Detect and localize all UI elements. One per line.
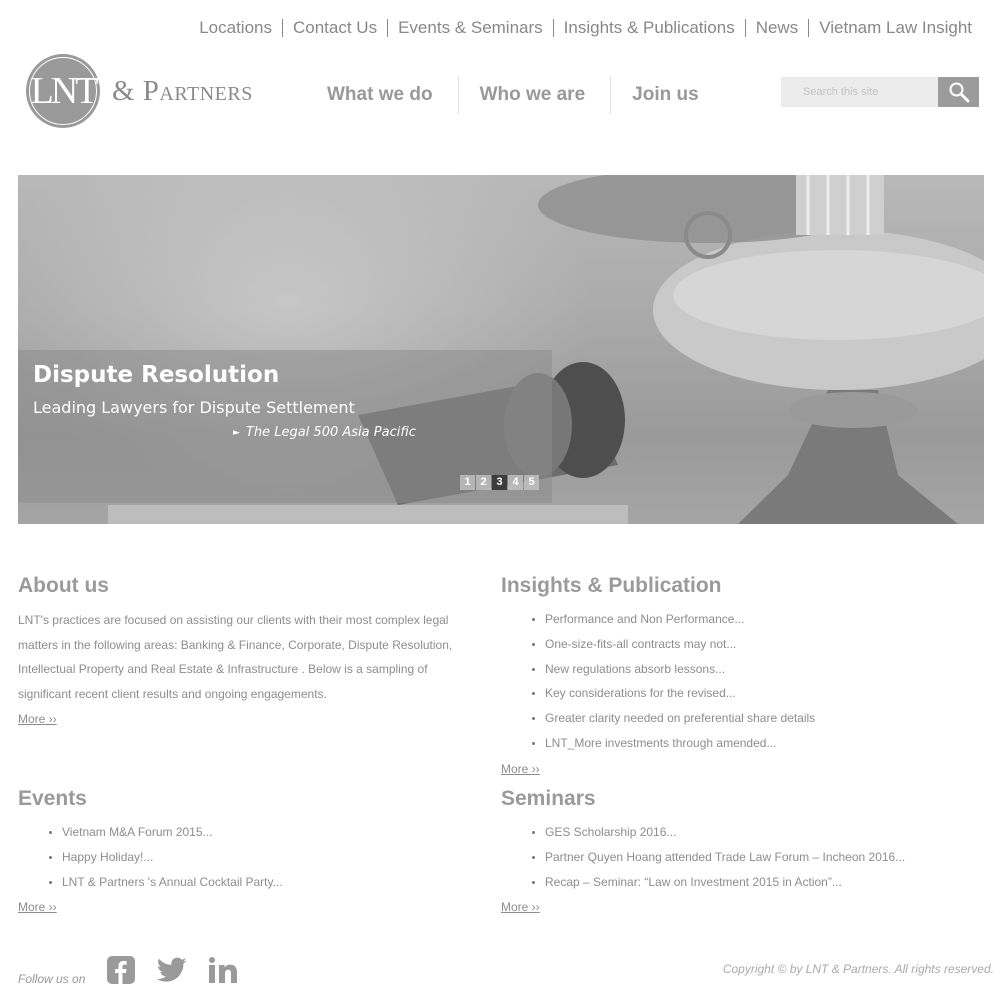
divider: [552, 19, 554, 37]
insights-more-link[interactable]: More ››: [501, 762, 540, 776]
search-input[interactable]: [781, 77, 938, 107]
toplink-events-seminars[interactable]: Events & Seminars: [398, 18, 543, 38]
insight-link[interactable]: Key considerations for the revised...: [545, 686, 736, 700]
hero-source-link[interactable]: ► The Legal 500 Asia Pacific: [233, 425, 416, 440]
seminars-list: GES Scholarship 2016... Partner Quyen Ho…: [501, 820, 981, 894]
logo-mark: LNT: [26, 54, 100, 128]
events-list: Vietnam M&A Forum 2015... Happy Holiday!…: [18, 820, 478, 894]
list-item[interactable]: LNT_More investments through amended...: [545, 731, 981, 756]
seminars-heading: Seminars: [501, 787, 596, 810]
list-item[interactable]: Performance and Non Performance...: [545, 607, 981, 632]
events-section: Events Vietnam M&A Forum 2015... Happy H…: [18, 787, 478, 916]
insight-link[interactable]: LNT_More investments through amended...: [545, 736, 776, 750]
hero-slider: Dispute Resolution Leading Lawyers for D…: [18, 175, 984, 524]
insights-section: Insights & Publication Performance and N…: [501, 574, 981, 778]
hero-subtitle: Leading Lawyers for Dispute Settlement: [33, 398, 355, 417]
seminars-more-link[interactable]: More ››: [501, 900, 540, 914]
event-link[interactable]: Happy Holiday!...: [62, 850, 153, 864]
insight-link[interactable]: Greater clarity needed on preferential s…: [545, 711, 815, 725]
list-item[interactable]: Recap – Seminar: “Law on Investment 2015…: [545, 870, 981, 895]
triangle-right-icon: ►: [233, 428, 240, 438]
search-icon: [949, 82, 969, 103]
toplink-news[interactable]: News: [756, 18, 799, 38]
seminar-link[interactable]: Partner Quyen Hoang attended Trade Law F…: [545, 850, 905, 864]
list-item[interactable]: Partner Quyen Hoang attended Trade Law F…: [545, 845, 981, 870]
event-link[interactable]: Vietnam M&A Forum 2015...: [62, 825, 213, 839]
follow-label: Follow us on: [18, 971, 86, 986]
seminars-section: Seminars GES Scholarship 2016... Partner…: [501, 787, 981, 916]
linkedin-icon: [209, 957, 238, 983]
slide-dot-3[interactable]: 3: [492, 475, 507, 490]
insight-link[interactable]: New regulations absorb lessons...: [545, 662, 725, 676]
about-more-link[interactable]: More ››: [18, 712, 57, 726]
about-body: LNT's practices are focused on assisting…: [18, 613, 453, 701]
list-item[interactable]: One-size-fits-all contracts may not...: [545, 632, 981, 657]
search-box: [781, 77, 979, 107]
insight-link[interactable]: One-size-fits-all contracts may not...: [545, 637, 736, 651]
top-links: Locations Contact Us Events & Seminars I…: [199, 18, 972, 38]
slide-dot-2[interactable]: 2: [476, 475, 491, 490]
insights-heading: Insights & Publication: [501, 574, 722, 597]
toplink-contact-us[interactable]: Contact Us: [293, 18, 377, 38]
toplink-insights-publications[interactable]: Insights & Publications: [564, 18, 735, 38]
divider: [387, 19, 389, 37]
events-more-link[interactable]: More ››: [18, 900, 57, 914]
slide-pagination: 1 2 3 4 5: [460, 475, 539, 490]
nav-what-we-do[interactable]: What we do: [306, 76, 458, 114]
slide-dot-5[interactable]: 5: [524, 475, 539, 490]
list-item[interactable]: New regulations absorb lessons...: [545, 657, 981, 682]
about-heading: About us: [18, 574, 109, 597]
logo-mark-text: LNT: [30, 70, 99, 112]
insights-list: Performance and Non Performance... One-s…: [501, 607, 981, 756]
search-button[interactable]: [938, 77, 979, 107]
main-nav: What we do Who we are Join us: [306, 76, 724, 114]
linkedin-link[interactable]: [209, 957, 238, 988]
twitter-icon: [157, 957, 187, 982]
facebook-icon: [107, 956, 136, 984]
slide-dot-4[interactable]: 4: [508, 475, 523, 490]
nav-who-we-are[interactable]: Who we are: [459, 76, 611, 114]
list-item[interactable]: LNT & Partners 's Annual Cocktail Party.…: [62, 870, 478, 895]
copyright-text: Copyright © by LNT & Partners. All right…: [722, 962, 994, 976]
divider: [744, 19, 746, 37]
divider: [808, 19, 810, 37]
slide-dot-1[interactable]: 1: [460, 475, 475, 490]
hero-caption: Dispute Resolution Leading Lawyers for D…: [18, 350, 552, 503]
divider: [282, 19, 283, 37]
seminar-link[interactable]: Recap – Seminar: “Law on Investment 2015…: [545, 875, 842, 889]
insight-link[interactable]: Performance and Non Performance...: [545, 612, 744, 626]
twitter-link[interactable]: [157, 957, 187, 988]
seminar-link[interactable]: GES Scholarship 2016...: [545, 825, 676, 839]
site-logo[interactable]: LNT & Partners: [26, 54, 253, 128]
events-heading: Events: [18, 787, 87, 810]
list-item[interactable]: Greater clarity needed on preferential s…: [545, 706, 981, 731]
toplink-locations[interactable]: Locations: [199, 18, 272, 38]
hero-title: Dispute Resolution: [33, 362, 280, 388]
list-item[interactable]: Happy Holiday!...: [62, 845, 478, 870]
toplink-vietnam-law-insight[interactable]: Vietnam Law Insight: [819, 18, 972, 38]
list-item[interactable]: Key considerations for the revised...: [545, 681, 981, 706]
social-links: [107, 956, 238, 989]
event-link[interactable]: LNT & Partners 's Annual Cocktail Party.…: [62, 875, 283, 889]
list-item[interactable]: Vietnam M&A Forum 2015...: [62, 820, 478, 845]
list-item[interactable]: GES Scholarship 2016...: [545, 820, 981, 845]
hero-source-text: The Legal 500 Asia Pacific: [245, 425, 416, 440]
logo-text: & Partners: [112, 74, 253, 107]
about-section: About us LNT's practices are focused on …: [18, 574, 478, 728]
follow-us: Follow us on: [18, 956, 238, 989]
facebook-link[interactable]: [107, 956, 136, 989]
nav-join-us[interactable]: Join us: [611, 76, 724, 114]
